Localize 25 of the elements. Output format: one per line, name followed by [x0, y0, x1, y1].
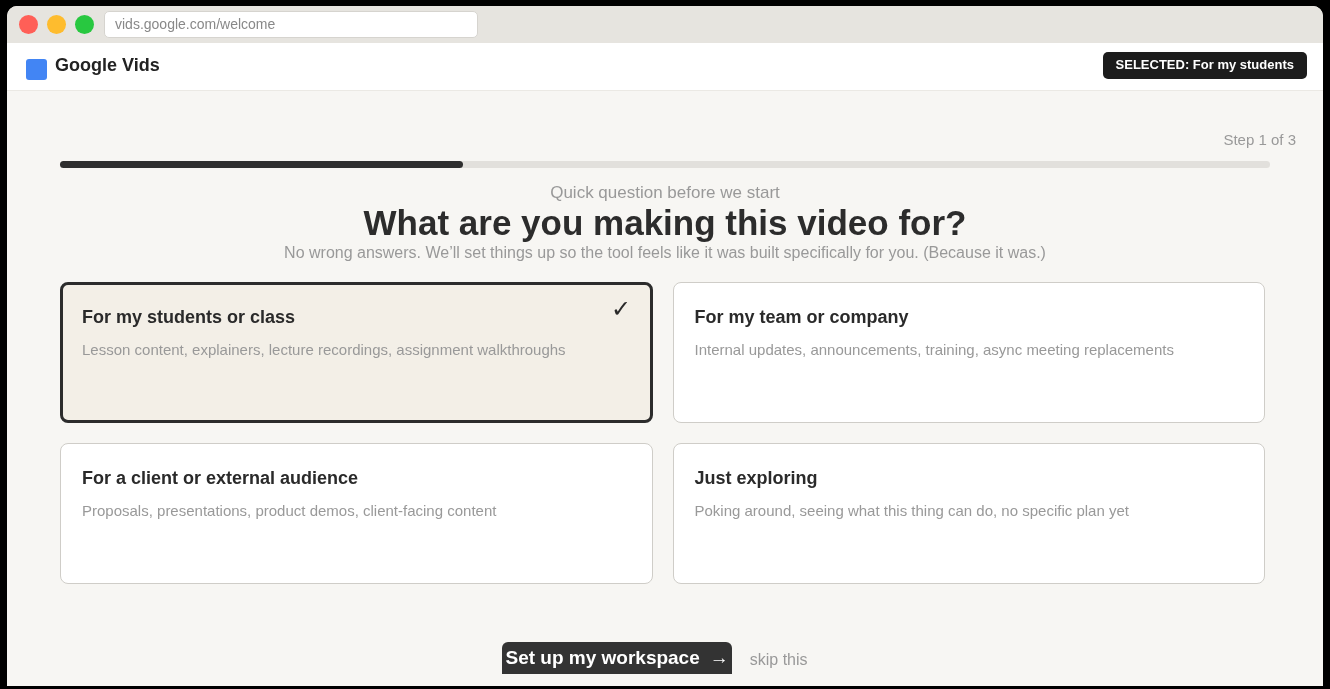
- check-icon: ✓: [610, 297, 631, 321]
- option-card[interactable]: Just exploring Poking around, seeing what this thing can do, no specific plan yet: [672, 443, 1265, 584]
- maximize-window-button[interactable]: [75, 15, 94, 34]
- option-description: Proposals, presentations, product demos, client-facing content: [82, 501, 498, 521]
- option-card[interactable]: For a client or external audience Proposals, presentations, product demos, client-facing content: [60, 443, 653, 584]
- option-title: For my students or class: [82, 306, 296, 329]
- close-window-button[interactable]: [19, 15, 38, 34]
- step-indicator: Step 1 of 3: [1223, 130, 1296, 150]
- intro-kicker: Quick question before we start: [550, 181, 780, 204]
- option-title: For my team or company: [694, 306, 909, 329]
- option-card[interactable]: For my team or company Internal updates, announcements, training, async meeting replacements: [672, 282, 1265, 423]
- app-logo-icon: [26, 59, 47, 80]
- setup-workspace-button[interactable]: Set up my workspace →: [502, 642, 732, 674]
- page-subtitle: No wrong answers. We’ll set things up so the tool feels like it was built specifically for you. (Because it was.): [284, 243, 1046, 263]
- option-description: Lesson content, explainers, lecture recordings, assignment walkthroughs: [82, 340, 567, 360]
- page-title: What are you making this video for?: [363, 205, 967, 241]
- address-bar[interactable]: vids.google.com/welcome: [104, 11, 478, 38]
- minimize-window-button[interactable]: [47, 15, 66, 34]
- app-name: Google Vids: [55, 54, 160, 77]
- option-description: Poking around, seeing what this thing can do, no specific plan yet: [694, 501, 1130, 521]
- option-description: Internal updates, announcements, training, async meeting replacements: [694, 340, 1175, 360]
- selected-badge: SELECTED: For my students: [1102, 51, 1307, 79]
- option-title: For a client or external audience: [82, 467, 359, 490]
- option-card[interactable]: For my students or class Lesson content, explainers, lecture recordings, assignment walkthroughs ✓: [60, 282, 653, 423]
- option-title: Just exploring: [694, 467, 818, 490]
